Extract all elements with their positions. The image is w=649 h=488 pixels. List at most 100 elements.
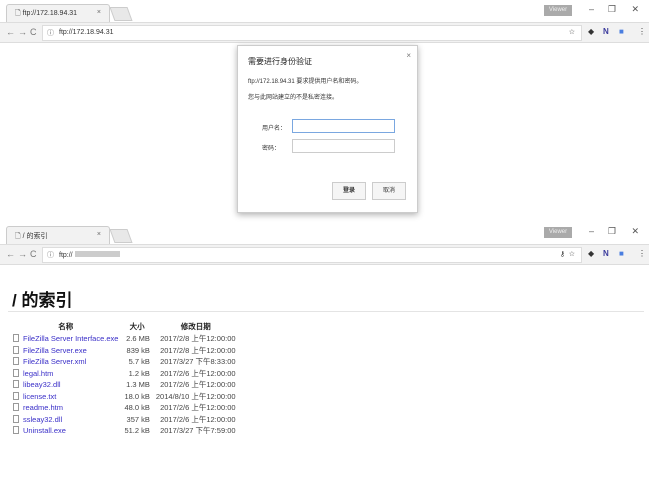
page-title: / 的索引 [12, 291, 73, 310]
file-icon [13, 426, 19, 435]
file-date: 2017/2/6 上午12:00:00 [160, 414, 236, 424]
file-link[interactable]: FileZilla Server.xml [23, 357, 86, 366]
key-icon[interactable]: ⚷ [560, 250, 565, 258]
dialog-title: 需要进行身份验证 [248, 57, 312, 66]
close-window-icon[interactable]: ✕ [631, 4, 639, 15]
star-icon[interactable]: ☆ [569, 250, 575, 258]
file-date: 2017/2/6 上午12:00:00 [160, 380, 236, 390]
file-size: 1.2 kB [128, 368, 150, 378]
reload-icon[interactable]: C [30, 249, 37, 259]
column-header-date[interactable]: 修改日期 [153, 320, 239, 333]
file-link[interactable]: readme.htm [23, 403, 63, 412]
address-bar[interactable]: ⓘ ftp://172.18.94.31 ☆ [42, 25, 582, 41]
onenote-icon[interactable]: N [603, 249, 609, 258]
close-window-icon[interactable]: ✕ [631, 226, 639, 237]
url-text: ftp:// [59, 252, 73, 259]
username-input[interactable] [292, 119, 395, 133]
browser-window-login: 🗋 ftp://172.18.94.31 × Viewer – ❐ ✕ ← → C… [0, 0, 649, 215]
auth-dialog: 需要进行身份验证 × ftp://172.18.94.31 要求提供用户名和密码… [237, 45, 418, 213]
page-icon: 🗋 [15, 233, 23, 240]
restore-icon[interactable]: ❐ [608, 226, 616, 237]
tab-bar: 🗋 ftp://172.18.94.31 × Viewer – ❐ ✕ [0, 0, 649, 22]
profile-badge[interactable]: Viewer [544, 227, 572, 238]
file-date: 2017/2/6 上午12:00:00 [160, 368, 236, 378]
file-icon [13, 380, 19, 389]
file-date: 2017/3/27 下午8:33:00 [160, 357, 236, 367]
toolbar: ← → C ⓘ ftp://172.18.94.31 ☆ ◆ N ■ ⋮ [0, 22, 649, 43]
forward-icon[interactable]: → [18, 249, 27, 259]
file-date: 2017/2/8 上午12:00:00 [160, 345, 236, 355]
file-icon [13, 414, 19, 423]
translate-icon[interactable]: ■ [619, 27, 624, 36]
password-input[interactable] [292, 139, 395, 153]
column-header-name[interactable]: 名称 [10, 320, 121, 333]
file-size: 51.2 kB [124, 426, 150, 436]
file-link[interactable]: ssleay32.dll [23, 415, 62, 424]
file-size: 18.0 kB [124, 391, 150, 401]
url-text: ftp://172.18.94.31 [59, 29, 114, 36]
file-link[interactable]: license.txt [23, 392, 56, 401]
column-header-size[interactable]: 大小 [121, 320, 152, 333]
tab-ftp[interactable]: 🗋 ftp://172.18.94.31 × [6, 4, 110, 22]
file-icon [13, 334, 19, 343]
file-link[interactable]: Uninstall.exe [23, 426, 66, 435]
reload-icon[interactable]: C [30, 27, 37, 37]
file-link[interactable]: FileZilla Server.exe [23, 346, 87, 355]
file-size: 5.7 kB [128, 357, 150, 367]
profile-badge[interactable]: Viewer [544, 5, 572, 16]
file-icon [13, 357, 19, 366]
page-icon: 🗋 [15, 10, 23, 17]
file-link[interactable]: libeay32.dll [23, 380, 61, 389]
dialog-warning: 您与此网站建立的不是私密连接。 [248, 95, 339, 101]
password-label: 密码： [262, 146, 281, 152]
file-date: 2017/3/27 下午7:59:00 [160, 426, 236, 436]
minimize-icon[interactable]: – [589, 226, 594, 236]
menu-icon[interactable]: ⋮ [638, 249, 646, 258]
tab-title: ftp://172.18.94.31 [22, 10, 78, 17]
table-row: FileZilla Server.exe 839 kB 2017/2/8 上午12:… [10, 345, 239, 357]
table-row: license.txt 18.0 kB 2014/8/10 上午12:00:00 [10, 391, 239, 403]
close-tab-icon[interactable]: × [97, 231, 101, 238]
file-name-cell: license.txt [10, 391, 121, 403]
restore-icon[interactable]: ❐ [608, 4, 616, 15]
file-name-cell: FileZilla Server Interface.exe [10, 333, 121, 345]
file-name-cell: FileZilla Server.xml [10, 356, 121, 368]
close-tab-icon[interactable]: × [97, 9, 101, 16]
dialog-close-icon[interactable]: × [406, 51, 411, 60]
file-date: 2017/2/6 上午12:00:00 [160, 403, 236, 413]
back-icon[interactable]: ← [6, 27, 15, 37]
file-link[interactable]: legal.htm [23, 369, 53, 378]
blurred-host [74, 251, 120, 257]
table-row: readme.htm 48.0 kB 2017/2/6 上午12:00:00 [10, 402, 239, 414]
cancel-button[interactable]: 取消 [372, 182, 406, 200]
address-bar[interactable]: ⓘ ftp:// ⚷ ☆ [42, 247, 582, 263]
onenote-icon[interactable]: N [603, 27, 609, 36]
star-icon[interactable]: ☆ [569, 28, 575, 36]
toolbar: ← → C ⓘ ftp:// ⚷ ☆ ◆ N ■ ⋮ [0, 244, 649, 265]
file-table: 名称 大小 修改日期 FileZilla Server Interface.ex… [10, 320, 239, 437]
file-size: 839 kB [126, 345, 150, 355]
tab-bar: 🗋 / 的索引 × Viewer – ❐ ✕ [0, 222, 649, 244]
login-button[interactable]: 登录 [332, 182, 366, 200]
evernote-icon[interactable]: ◆ [588, 27, 594, 36]
forward-icon[interactable]: → [18, 27, 27, 37]
tab-index[interactable]: 🗋 / 的索引 × [6, 226, 110, 244]
evernote-icon[interactable]: ◆ [588, 249, 594, 258]
file-icon [13, 403, 19, 412]
minimize-icon[interactable]: – [589, 4, 594, 14]
file-link[interactable]: FileZilla Server Interface.exe [23, 334, 118, 343]
divider [8, 311, 644, 312]
file-icon [13, 368, 19, 377]
new-tab-button[interactable] [109, 7, 133, 21]
file-icon [13, 345, 19, 354]
new-tab-button[interactable] [109, 229, 133, 243]
table-row: FileZilla Server Interface.exe 2.6 MB 2017… [10, 333, 239, 345]
info-icon: ⓘ [47, 252, 54, 259]
file-name-cell: legal.htm [10, 368, 121, 380]
translate-icon[interactable]: ■ [619, 249, 624, 258]
file-name-cell: Uninstall.exe [10, 425, 121, 437]
file-date: 2014/8/10 上午12:00:00 [155, 391, 236, 401]
back-icon[interactable]: ← [6, 249, 15, 259]
file-size: 357 kB [126, 414, 150, 424]
menu-icon[interactable]: ⋮ [638, 27, 646, 36]
